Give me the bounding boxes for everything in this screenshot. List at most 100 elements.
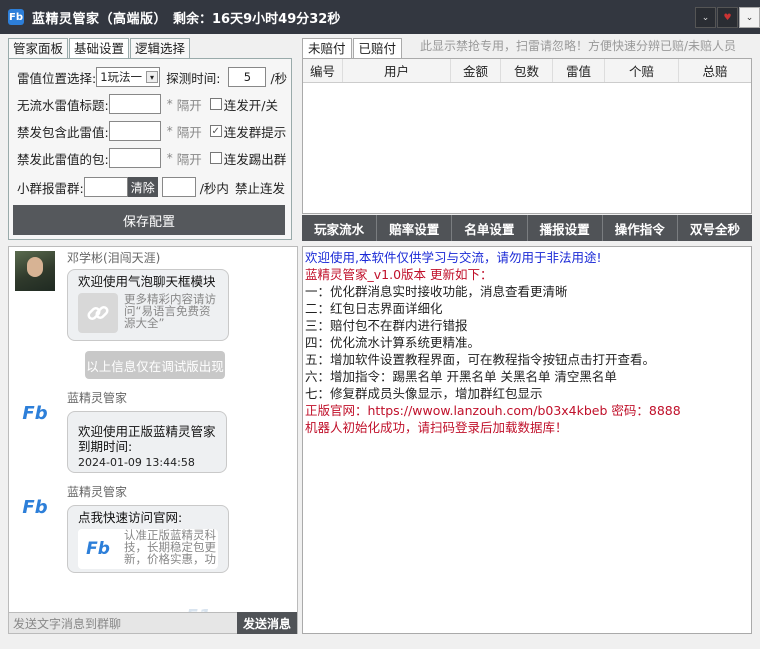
log-line: 六：增加指令：踢黑名单 开黑名单 关黑名单 清空黑名单 (305, 369, 617, 384)
ban-contain-label: 禁发包含此雷值: (17, 124, 109, 140)
payout-tabs: 未赔付 已赔付 (302, 38, 403, 58)
table-header: 编号 用户 金额 包数 雷值 个赔 总赔 (303, 59, 751, 83)
ban-this-label: 禁发此雷值的包: (17, 151, 109, 167)
log-line: 四：优化流水计算系统更精准。 (305, 335, 481, 350)
save-config-button[interactable]: 保存配置 (13, 205, 285, 235)
kick-checkbox[interactable] (209, 152, 222, 164)
chat-input[interactable]: 发送文字消息到群聊 (9, 615, 237, 632)
title-bar: Fb 蓝精灵管家（高端版） 剩余：16天9小时49分32秒 ⌄ ♥ ⌄ (0, 0, 760, 34)
required-star: * (166, 124, 173, 138)
heart-icon[interactable]: ♥ (717, 7, 738, 28)
no-flow-label: 无流水雷值标题: (17, 97, 109, 113)
avatar[interactable] (15, 251, 55, 291)
bubble-text: 欢迎使用正版蓝精灵管家到期时间: (78, 424, 216, 454)
position-label: 雷值位置选择: (17, 70, 97, 86)
select-arrow-icon: ▾ (146, 71, 159, 83)
group-tip-label: 连发群提示 (223, 124, 287, 140)
detect-time-input[interactable]: 5 (228, 67, 267, 87)
ban-contain-input[interactable] (108, 121, 161, 141)
column-header[interactable]: 编号 (303, 59, 343, 82)
expire-time: 2024-01-09 13:44:58 (78, 456, 195, 469)
position-select[interactable]: 1玩法一 ▾ (96, 67, 161, 87)
odds-settings-button[interactable]: 赔率设置 (377, 215, 453, 241)
per-second-input[interactable] (161, 177, 196, 197)
send-button[interactable]: 发送消息 (237, 612, 297, 634)
position-select-value: 1玩法一 (100, 70, 143, 84)
commands-button[interactable]: 操作指令 (603, 215, 678, 241)
tab-logic-select[interactable]: 逻辑选择 (130, 38, 191, 58)
column-header[interactable]: 个赔 (605, 59, 679, 82)
log-line: 欢迎使用,本软件仅供学习与交流，请勿用于非法用途! (305, 250, 602, 265)
dropdown-icon[interactable]: ⌄ (695, 7, 716, 28)
player-flow-button[interactable]: 玩家流水 (302, 215, 378, 241)
small-group-label: 小群报雷群: (17, 180, 84, 196)
list-settings-button[interactable]: 名单设置 (452, 215, 528, 241)
broadcast-settings-button[interactable]: 播报设置 (528, 215, 603, 241)
interval-hint: 隔开 (176, 151, 202, 167)
per-second-label: /秒内 (199, 180, 229, 196)
log-line: 机器人初始化成功，请扫码登录后加载数据库！ (305, 420, 568, 435)
log-line: 一：优化群消息实时接收功能，消息查看更清晰 (305, 284, 568, 299)
app-logo: Fb (8, 9, 24, 25)
chat-bubble[interactable]: 欢迎使用气泡聊天框模块 更多精彩内容请访问“易语言免费资源大全” (67, 269, 229, 341)
payout-table: 编号 用户 金额 包数 雷值 个赔 总赔 (302, 58, 752, 214)
double-number-button[interactable]: 双号全秒 (678, 215, 752, 241)
required-star: * (166, 151, 173, 165)
interval-hint: 隔开 (176, 97, 202, 113)
bubble-title: 欢迎使用气泡聊天框模块 (78, 274, 216, 289)
hint-text: 此显示禁抢专用，扫雷请忽略！方便快速分辨已赔/未赔人员 (420, 39, 737, 53)
clear-button[interactable]: 清除 (127, 177, 158, 197)
chat-input-bar: 发送文字消息到群聊 发送消息 (8, 612, 298, 634)
sender-name: 邓学彬(泪闯天涯) (67, 251, 161, 265)
detect-time-unit: /秒 (270, 70, 288, 86)
chat-panel: 邓学彬(泪闯天涯) 欢迎使用气泡聊天框模块 更多精彩内容请访问“易语言免费资源大… (8, 246, 298, 634)
sender-name: 蓝精灵管家 (67, 391, 128, 405)
log-line: 蓝精灵管家_v1.0版本 更新如下： (305, 267, 493, 282)
bubble-desc: 认准正版蓝精灵科技，长期稳定包更新，价格实惠，功 (124, 529, 216, 565)
no-flow-input[interactable] (108, 94, 161, 114)
log-panel: 欢迎使用,本软件仅供学习与交流，请勿用于非法用途! 蓝精灵管家_v1.0版本 更新… (302, 246, 752, 634)
sender-name: 蓝精灵管家 (67, 485, 128, 499)
chat-bubble[interactable]: 点我快速访问官网: Fb 认准正版蓝精灵科技，长期稳定包更新，价格实惠，功 (67, 505, 229, 573)
config-panel: 管家面板 基础设置 逻辑选择 雷值位置选择: 1玩法一 ▾ 探测时间: 5 /秒… (8, 38, 292, 240)
interval-hint: 隔开 (176, 124, 202, 140)
column-header[interactable]: 包数 (501, 59, 553, 82)
kick-label: 连发踢出群 (223, 151, 287, 167)
log-line: 三：赔付包不在群内进行错报 (305, 318, 468, 333)
required-star: * (166, 97, 173, 111)
action-bar: 玩家流水 赔率设置 名单设置 播报设置 操作指令 双号全秒 (302, 215, 752, 241)
log-line: 七：修复群成员头像显示，增加群红包显示 (305, 386, 543, 401)
column-header[interactable]: 金额 (451, 59, 501, 82)
column-header[interactable]: 雷值 (553, 59, 605, 82)
ban-continuous-label: 禁止连发 (234, 180, 285, 196)
tab-unpaid[interactable]: 未赔付 (302, 38, 352, 58)
fb-logo-icon[interactable]: Fb (15, 393, 55, 433)
ban-this-input[interactable] (108, 148, 161, 168)
group-tip-checkbox[interactable]: ✓ (209, 125, 222, 137)
fb-logo-icon: Fb (78, 529, 118, 569)
link-icon (78, 293, 118, 333)
window-title: 蓝精灵管家（高端版） (32, 11, 168, 27)
log-line: 五：增加软件设置教程界面，可在教程指令按钮点击打开查看。 (305, 352, 656, 367)
fb-logo-icon[interactable]: Fb (15, 487, 55, 527)
avatar-face (27, 257, 43, 277)
basic-settings-form: 雷值位置选择: 1玩法一 ▾ 探测时间: 5 /秒 无流水雷值标题: * 隔开 … (8, 58, 292, 240)
log-line: 二：红包日志界面详细化 (305, 301, 443, 316)
chevron-down-icon[interactable]: ⌄ (739, 7, 760, 28)
tab-butler-panel[interactable]: 管家面板 (8, 38, 69, 58)
column-header[interactable]: 总赔 (679, 59, 751, 82)
continuous-toggle-label: 连发开/关 (223, 97, 278, 113)
small-group-input[interactable] (83, 177, 128, 197)
bubble-title: 点我快速访问官网: (78, 510, 183, 525)
remaining-time: 剩余：16天9小时49分32秒 (173, 11, 341, 27)
bubble-desc: 更多精彩内容请访问“易语言免费资源大全” (124, 293, 216, 329)
column-header[interactable]: 用户 (343, 59, 451, 82)
chat-bubble[interactable]: 欢迎使用正版蓝精灵管家到期时间: 2024-01-09 13:44:58 (67, 411, 227, 473)
continuous-toggle-checkbox[interactable] (209, 98, 222, 110)
log-line: 正版官网：https://wwow.lanzouh.com/b03x4kbeb … (305, 403, 681, 418)
tab-paid[interactable]: 已赔付 (352, 38, 403, 58)
tab-basic-settings[interactable]: 基础设置 (69, 38, 130, 58)
debug-notice: 以上信息仅在调试版出现 (85, 351, 225, 379)
link-icon-graphic (87, 305, 109, 321)
detect-time-label: 探测时间: (166, 70, 221, 86)
